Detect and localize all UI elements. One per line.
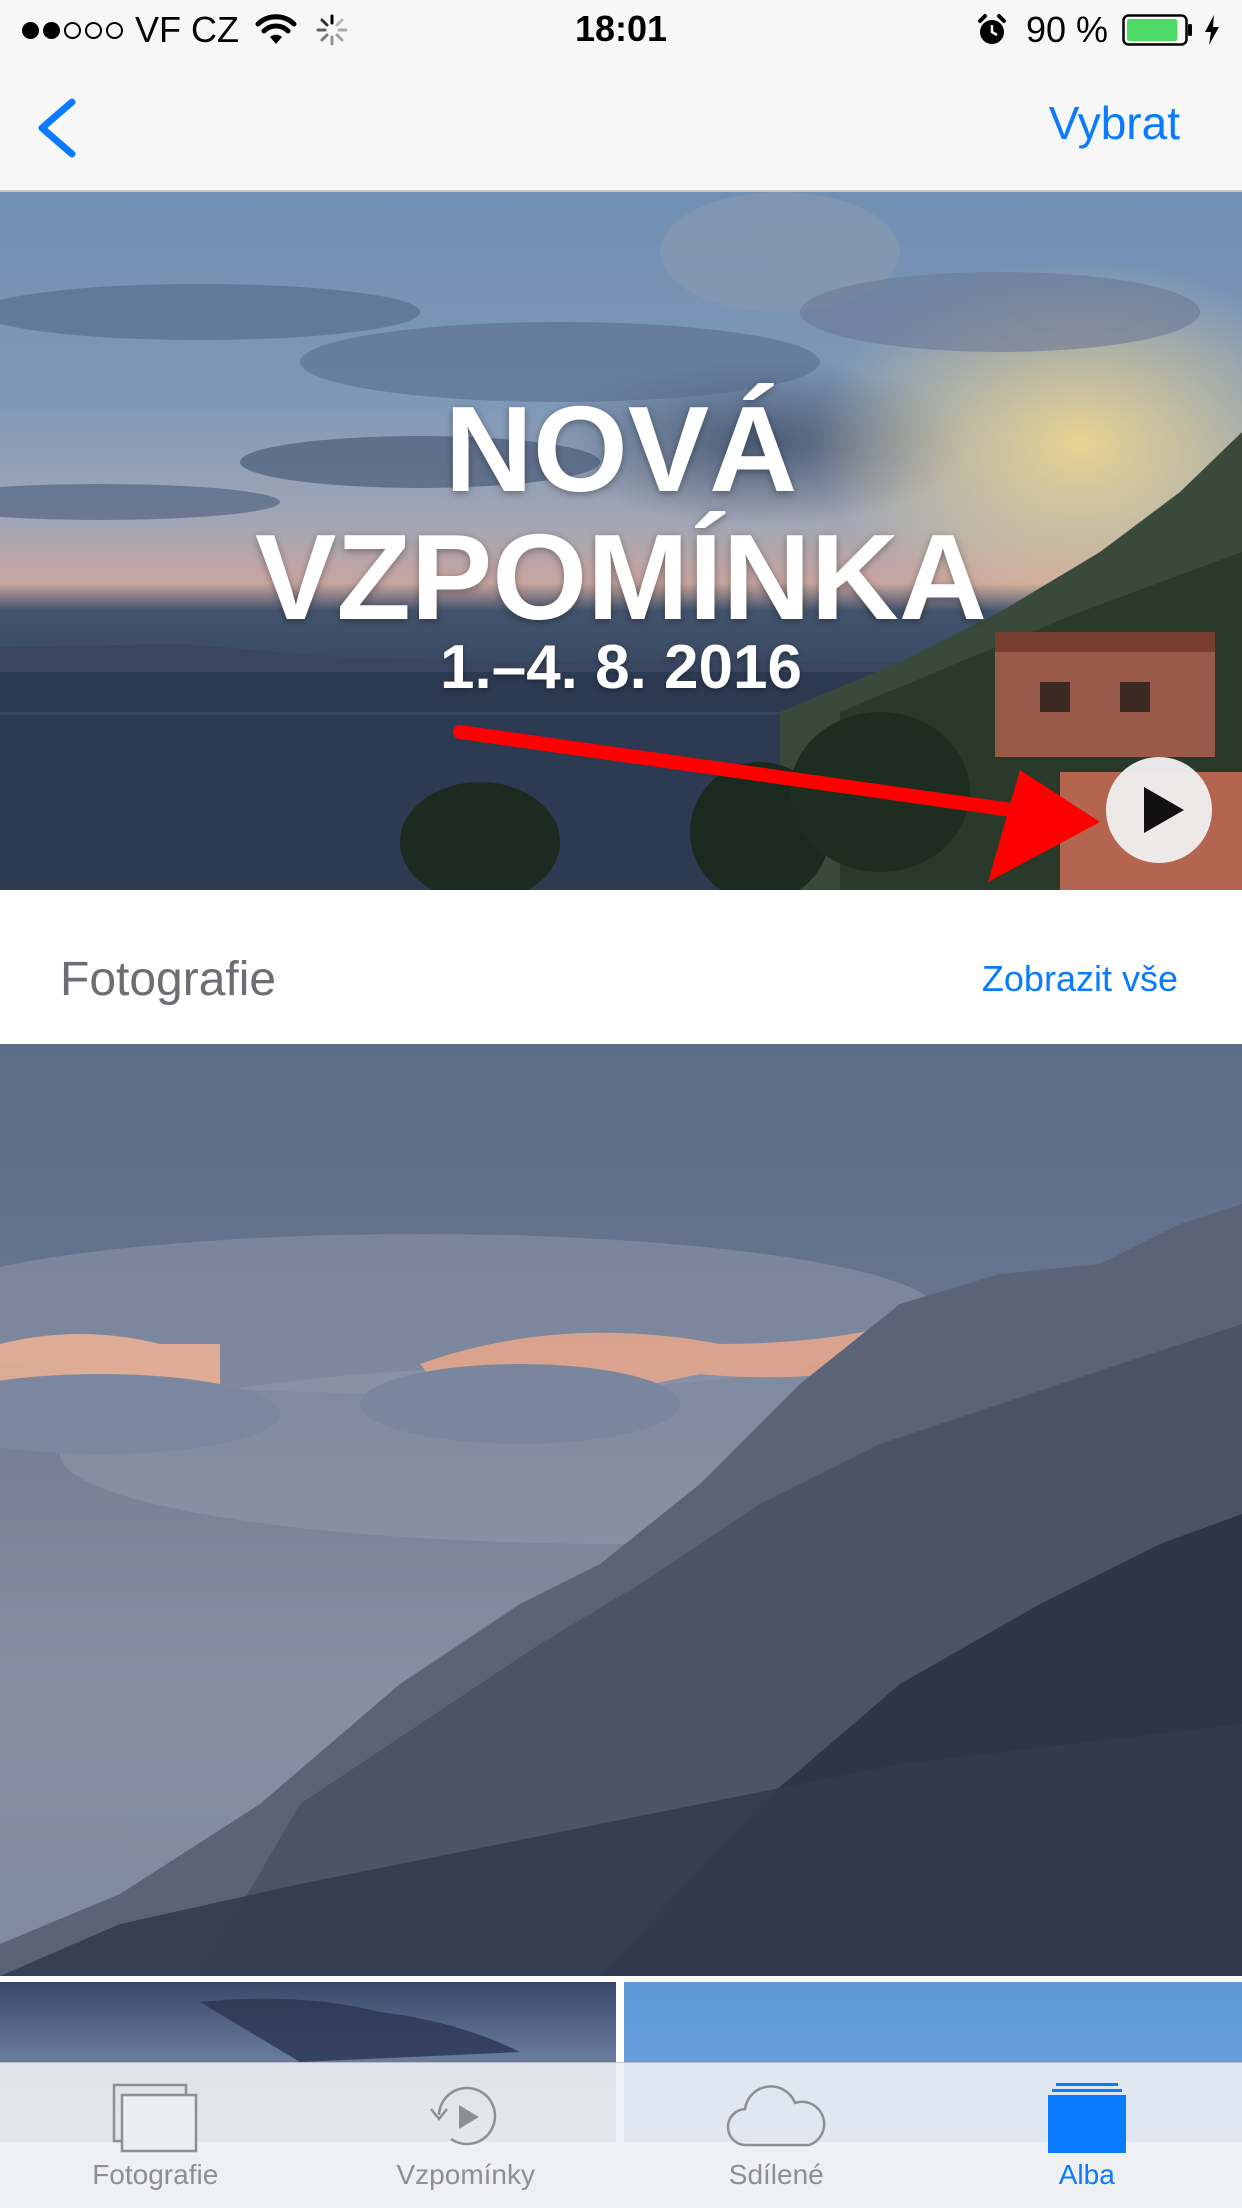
- memory-title-line1: NOVÁ: [444, 381, 798, 517]
- photos-icon: [113, 2083, 198, 2153]
- back-button[interactable]: [30, 96, 90, 160]
- tab-vzpominky[interactable]: Vzpomínky: [311, 2063, 622, 2208]
- charging-bolt-icon: [1205, 15, 1219, 45]
- section-title: Fotografie: [60, 953, 277, 1006]
- memories-icon: [429, 2086, 496, 2146]
- memory-title-line2: VZPOMÍNKA: [255, 509, 987, 645]
- play-memory-button[interactable]: [1106, 757, 1212, 863]
- memory-date: 1.–4. 8. 2016: [440, 633, 802, 702]
- battery-percentage: 90 %: [1025, 9, 1108, 50]
- albums-icon: [1047, 2083, 1126, 2153]
- memory-hero[interactable]: NOVÁ VZPOMÍNKA 1.–4. 8. 2016: [0, 192, 1242, 890]
- photo-large[interactable]: [0, 1044, 1242, 1976]
- alarm-icon: [977, 14, 1006, 44]
- status-bar: VF CZ 18:01 90 %: [0, 0, 1242, 60]
- tab-label: Sdílené: [728, 2159, 824, 2190]
- photo-image: [0, 1204, 1242, 1976]
- tab-label: Fotografie: [92, 2159, 219, 2190]
- tab-fotografie[interactable]: Fotografie: [0, 2063, 311, 2208]
- battery-icon: [1122, 14, 1192, 46]
- tab-sdilene[interactable]: Sdílené: [621, 2063, 932, 2208]
- chevron-left-icon: [38, 98, 76, 158]
- cloud-icon: [726, 2085, 826, 2147]
- tab-alba[interactable]: Alba: [932, 2063, 1242, 2208]
- tab-label: Alba: [1058, 2159, 1115, 2190]
- select-button[interactable]: Vybrat: [1049, 96, 1180, 150]
- navigation-bar: Vybrat: [0, 60, 1242, 192]
- tab-bar: Fotografie Vzpomínky Sdílené Alba: [0, 2062, 1242, 2208]
- show-all-link[interactable]: Zobrazit vše: [982, 958, 1178, 1000]
- photos-section-header: Fotografie Zobrazit vše: [0, 890, 1242, 1044]
- play-icon: [1144, 787, 1184, 833]
- status-right: 90 %: [976, 8, 1220, 52]
- tab-label: Vzpomínky: [396, 2159, 536, 2190]
